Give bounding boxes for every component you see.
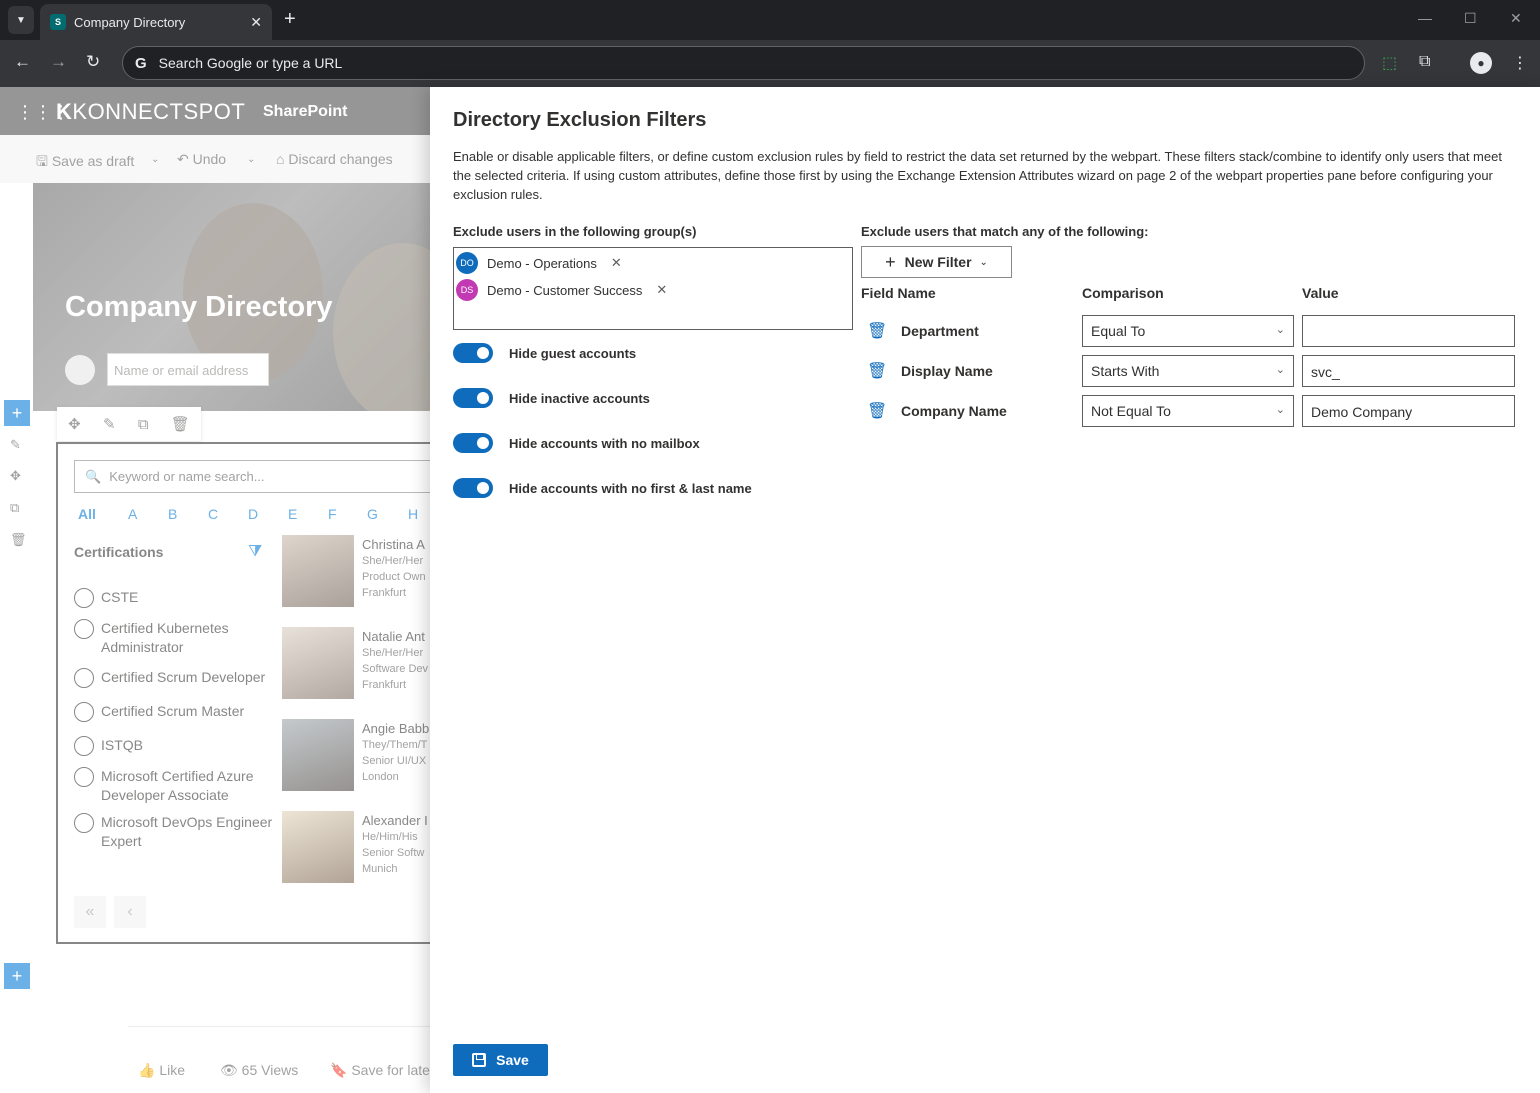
remove-group-icon[interactable]: ✕ <box>656 282 667 298</box>
minimize-icon[interactable]: — <box>1418 10 1432 26</box>
group-name: Demo - Customer Success <box>487 282 643 298</box>
rule-row: 🗑 Department Equal To ⌄ <box>861 315 1516 347</box>
tab-search-button[interactable]: ▼ <box>8 6 34 34</box>
rule-value-input[interactable]: svc_ <box>1302 355 1515 387</box>
close-tab-icon[interactable]: ✕ <box>250 14 262 31</box>
toggle-switch[interactable] <box>453 343 493 363</box>
toggle-switch[interactable] <box>453 433 493 453</box>
toggle-hide-no-mailbox[interactable]: Hide accounts with no mailbox <box>453 433 700 453</box>
google-icon: G <box>135 54 147 72</box>
comparison-dropdown[interactable]: Not Equal To ⌄ <box>1082 395 1294 427</box>
panel-description: Enable or disable applicable filters, or… <box>453 149 1502 202</box>
rule-row: 🗑 Company Name Not Equal To ⌄ Demo Compan… <box>861 395 1516 427</box>
toggle-hide-no-name[interactable]: Hide accounts with no first & last name <box>453 478 752 498</box>
group-name: Demo - Operations <box>487 255 597 271</box>
group-initials: DO <box>456 252 478 274</box>
delete-rule-icon[interactable]: 🗑 <box>867 361 887 381</box>
browser-toolbar: ← → ↻ G Search Google or type a URL ⬚ ⧉ … <box>0 40 1540 87</box>
browser-menu-icon[interactable]: ⋮ <box>1512 53 1528 73</box>
new-filter-button[interactable]: + New Filter ⌄ <box>861 246 1012 278</box>
save-icon <box>472 1053 487 1067</box>
toggle-hide-inactive[interactable]: Hide inactive accounts <box>453 388 650 408</box>
group-initials: DS <box>456 279 478 301</box>
back-icon[interactable]: ← <box>14 52 31 72</box>
toggle-label: Hide inactive accounts <box>509 390 650 406</box>
toggle-label: Hide accounts with no mailbox <box>509 435 700 451</box>
browser-tab-bar: ▼ S Company Directory ✕ + — ☐ ✕ <box>0 0 1540 40</box>
group-pill: DS Demo - Customer Success ✕ <box>456 278 675 302</box>
panel-title: Directory Exclusion Filters <box>453 109 707 131</box>
forward-icon[interactable]: → <box>50 52 67 72</box>
toggle-label: Hide accounts with no first & last name <box>509 480 752 496</box>
screen-capture-icon[interactable]: ⬚ <box>1382 53 1397 73</box>
rule-value-input[interactable]: Demo Company <box>1302 395 1515 427</box>
remove-group-icon[interactable]: ✕ <box>611 255 622 271</box>
plus-icon: + <box>885 251 896 272</box>
save-button[interactable]: Save <box>453 1044 548 1076</box>
groups-label: Exclude users in the following group(s) <box>453 224 697 239</box>
comparison-dropdown[interactable]: Equal To ⌄ <box>1082 315 1294 347</box>
group-pill: DO Demo - Operations ✕ <box>456 251 630 275</box>
toggle-switch[interactable] <box>453 478 493 498</box>
toggle-switch[interactable] <box>453 388 493 408</box>
reload-icon[interactable]: ↻ <box>86 52 100 72</box>
maximize-icon[interactable]: ☐ <box>1464 10 1477 27</box>
chevron-down-icon: ⌄ <box>1275 324 1285 336</box>
close-window-icon[interactable]: ✕ <box>1510 10 1522 27</box>
rules-label: Exclude users that match any of the foll… <box>861 224 1149 239</box>
toggle-label: Hide guest accounts <box>509 345 637 361</box>
group-picker[interactable]: DO Demo - Operations ✕ DS Demo - Custome… <box>453 247 853 330</box>
extensions-icon[interactable]: ⧉ <box>1419 53 1430 71</box>
address-bar[interactable]: G Search Google or type a URL <box>122 46 1365 80</box>
sharepoint-favicon-icon: S <box>50 14 66 30</box>
chevron-down-icon: ⌄ <box>1275 404 1285 416</box>
toggle-hide-guest[interactable]: Hide guest accounts <box>453 343 636 363</box>
rule-field-name: Company Name <box>901 403 1007 419</box>
chevron-down-icon: ⌄ <box>1275 364 1285 376</box>
panel-overlay[interactable] <box>0 87 430 1093</box>
column-header-field: Field Name <box>861 285 936 301</box>
delete-rule-icon[interactable]: 🗑 <box>867 321 887 341</box>
rule-row: 🗑 Display Name Starts With ⌄ svc_ <box>861 355 1516 387</box>
tab-title: Company Directory <box>74 14 186 30</box>
rule-field-name: Display Name <box>901 363 993 379</box>
column-header-comparison: Comparison <box>1082 285 1164 301</box>
rule-field-name: Department <box>901 323 979 339</box>
chevron-down-icon: ⌄ <box>979 256 988 268</box>
new-tab-button[interactable]: + <box>284 8 296 30</box>
exclusion-filters-panel: Directory Exclusion Filters Enable or di… <box>430 87 1540 1093</box>
delete-rule-icon[interactable]: 🗑 <box>867 401 887 421</box>
rule-value-input[interactable] <box>1302 315 1515 347</box>
browser-tab[interactable]: S Company Directory ✕ <box>40 4 272 40</box>
profile-avatar-icon[interactable]: ● <box>1470 52 1492 74</box>
column-header-value: Value <box>1302 285 1339 301</box>
comparison-dropdown[interactable]: Starts With ⌄ <box>1082 355 1294 387</box>
address-bar-placeholder: Search Google or type a URL <box>158 55 343 71</box>
